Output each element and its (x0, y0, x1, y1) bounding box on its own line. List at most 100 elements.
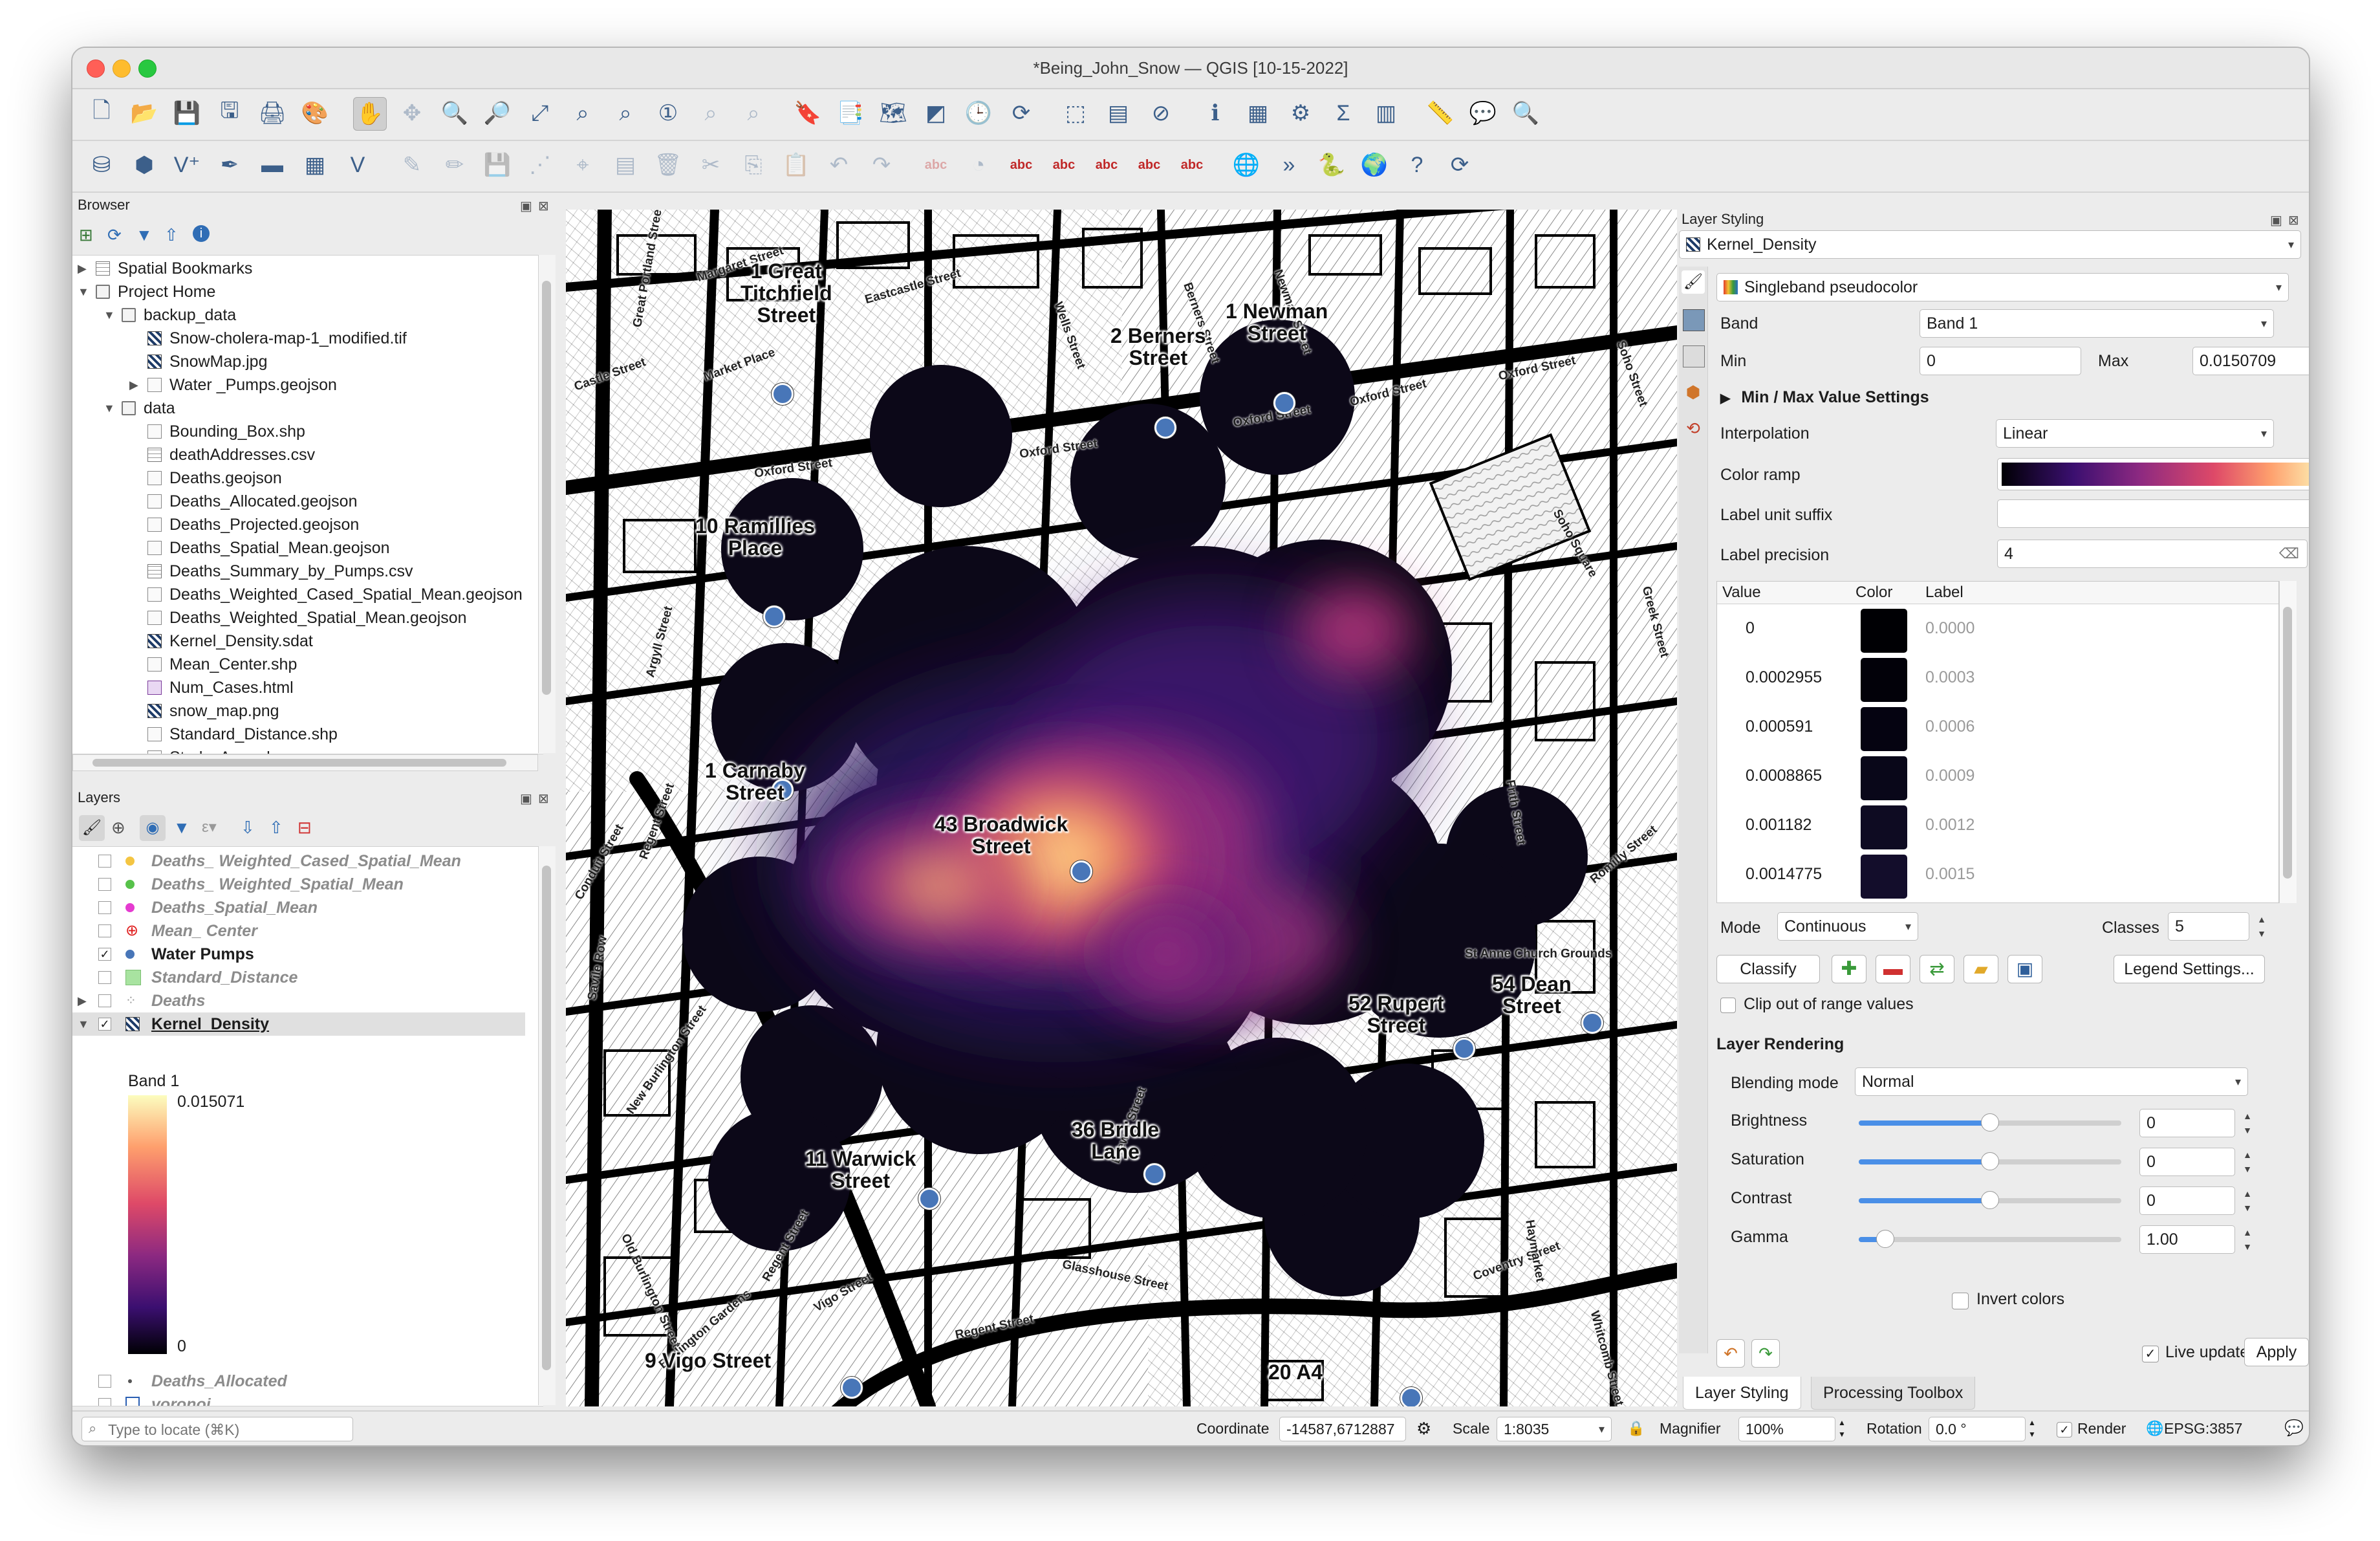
class-label[interactable]: 0.0012 (1925, 816, 1974, 835)
classes-input[interactable]: 5 (2168, 912, 2249, 941)
reverse-order-button[interactable]: ⇄ (1920, 955, 1954, 983)
zoom-to-selection-icon[interactable]: ⌕ (567, 97, 599, 129)
class-value[interactable]: 0.0008865 (1746, 767, 1822, 785)
open-project-icon[interactable]: 📂 (128, 97, 160, 129)
transparency-tab-icon[interactable] (1683, 309, 1705, 331)
classes-spinner[interactable]: ▲ ▼ (2253, 912, 2270, 941)
layer-visibility-checkbox[interactable] (98, 924, 111, 937)
class-color-swatch[interactable] (1861, 609, 1907, 653)
zoom-to-layer-icon[interactable]: ⌕ (609, 97, 642, 129)
expanded-arrow-icon[interactable]: ▼ (78, 280, 89, 303)
new-spatialite-icon[interactable]: ✒ (213, 149, 246, 181)
gamma-slider[interactable] (1859, 1230, 2121, 1248)
brightness-slider[interactable] (1859, 1113, 2121, 1131)
float-panel-icon[interactable]: ▣ (520, 791, 532, 807)
water-pump-marker[interactable] (1070, 860, 1092, 882)
table-row[interactable]: 0 0.0000 (1717, 607, 2278, 654)
data-source-manager-icon[interactable]: ⛁ (85, 149, 118, 181)
print-layout-icon[interactable]: 🖨 (256, 97, 288, 129)
class-value[interactable]: 0.000591 (1746, 717, 1813, 736)
current-edits-icon[interactable]: ✎ (396, 149, 428, 181)
layer-visibility-checkbox[interactable]: ✓ (98, 948, 111, 961)
saturation-slider[interactable] (1859, 1152, 2121, 1170)
layer-item[interactable]: ✓ Water Pumps (72, 943, 525, 966)
class-value[interactable]: 0.001182 (1746, 816, 1812, 835)
clear-field-icon[interactable]: ⌫ (2279, 540, 2299, 567)
saturation-slider-handle[interactable] (1981, 1152, 1999, 1170)
layers-scrollbar[interactable] (538, 846, 556, 1405)
layer-visibility-checkbox[interactable] (98, 855, 111, 868)
max-input[interactable]: 0.0150709 (2192, 347, 2309, 375)
coordinate-field[interactable]: -14587,6712887 (1279, 1417, 1406, 1441)
temporal-controller-icon[interactable]: 🕒 (962, 97, 995, 129)
water-pump-marker[interactable] (1154, 417, 1176, 439)
float-panel-icon[interactable]: ▣ (2270, 212, 2282, 228)
expand-all-icon[interactable]: ⇩ (241, 818, 255, 838)
label-precision-input[interactable]: 4 ⌫ (1997, 540, 2308, 568)
style-manager-icon[interactable]: 🎨 (299, 97, 331, 129)
water-pump-marker[interactable] (1453, 1038, 1475, 1060)
invert-colors-checkbox[interactable] (1952, 1293, 1969, 1309)
cut-features-icon[interactable]: ✂ (695, 149, 727, 181)
table-row[interactable]: 0.0008865 0.0009 (1717, 755, 2278, 802)
rotation-spinner[interactable]: ▲ ▼ (2028, 1417, 2036, 1440)
plugin-manager-icon[interactable]: ⟳ (1444, 149, 1476, 181)
tab-processing-toolbox[interactable]: Processing Toolbox (1811, 1377, 1976, 1410)
undo-style-button[interactable]: ↶ (1716, 1339, 1745, 1368)
layer-item[interactable]: Standard_Distance (72, 966, 525, 989)
layer-visibility-checkbox[interactable] (98, 878, 111, 891)
class-value[interactable]: 0.0002955 (1746, 668, 1822, 687)
tab-layer-styling[interactable]: Layer Styling (1683, 1377, 1801, 1410)
interpolation-combo[interactable]: Linear ▾ (1996, 419, 2274, 448)
browser-hscrollbar[interactable] (72, 754, 538, 771)
toolbox-icon[interactable]: ▥ (1370, 97, 1402, 129)
layer-item[interactable]: Deaths_ Weighted_Spatial_Mean (72, 873, 525, 896)
zoom-native-icon[interactable]: ① (652, 97, 684, 129)
new-3d-view-icon[interactable]: ◩ (920, 97, 952, 129)
minmax-settings-toggle[interactable]: ▶ Min / Max Value Settings (1720, 388, 1929, 407)
close-panel-icon[interactable]: ⊠ (2288, 212, 2299, 228)
contrast-input[interactable]: 0 (2139, 1186, 2235, 1215)
layer-visibility-checkbox[interactable] (98, 971, 111, 984)
remove-layer-icon[interactable]: ⊟ (298, 818, 312, 838)
measure-icon[interactable]: 📏 (1424, 97, 1456, 129)
label-unit-suffix-input[interactable] (1997, 499, 2309, 528)
collapse-all-icon[interactable]: ⇧ (164, 225, 178, 245)
table-row[interactable]: 0.0002955 0.0003 (1717, 657, 2278, 703)
identify-icon[interactable]: ℹ (1199, 97, 1231, 129)
layer-selector[interactable]: Kernel_Density ▾ (1679, 230, 2301, 259)
table-row[interactable]: 0.001182 0.0012 (1717, 804, 2278, 851)
zoom-next-icon[interactable]: ⌕ (737, 97, 770, 129)
layer-item[interactable]: voronoi (72, 1393, 525, 1406)
manage-themes-icon[interactable]: ◉ (140, 815, 166, 841)
pin-label-icon[interactable]: abc (1005, 149, 1037, 181)
gamma-slider-handle[interactable] (1876, 1230, 1894, 1248)
pyramids-tab-icon[interactable]: ⟲ (1683, 418, 1704, 439)
water-pump-marker[interactable] (772, 383, 794, 405)
expanded-arrow-icon[interactable]: ▼ (103, 397, 115, 420)
delete-selected-icon[interactable]: 🗑 (652, 149, 684, 181)
blending-mode-combo[interactable]: Normal ▾ (1855, 1067, 2248, 1096)
statistics-icon[interactable]: Σ (1327, 97, 1359, 129)
classify-button[interactable]: Classify (1716, 955, 1820, 983)
color-column-header[interactable]: Color (1855, 582, 1892, 604)
extents-toggle-icon[interactable]: ⚙ (1416, 1417, 1431, 1440)
clip-checkbox[interactable] (1720, 998, 1736, 1013)
layer-item[interactable]: ⊕ Mean_ Center (72, 919, 525, 943)
class-color-swatch[interactable] (1861, 902, 1907, 903)
contrast-slider-handle[interactable] (1981, 1191, 1999, 1209)
map-tips-icon[interactable]: 🔍 (1509, 97, 1542, 129)
pan-icon[interactable]: ✋ (353, 97, 387, 131)
class-label[interactable]: 0.0003 (1925, 668, 1974, 687)
more-icon[interactable]: » (1273, 149, 1305, 181)
annotation-icon[interactable]: 💬 (1467, 97, 1499, 129)
brightness-slider-handle[interactable] (1981, 1113, 1999, 1131)
layer-item[interactable]: Deaths_Spatial_Mean (72, 896, 525, 919)
min-input[interactable]: 0 (1920, 347, 2081, 375)
value-column-header[interactable]: Value (1722, 582, 1761, 604)
layer-item[interactable]: Deaths_Allocated (72, 1370, 525, 1393)
select-features-icon[interactable]: ⬚ (1059, 97, 1092, 129)
render-checkbox[interactable]: ✓ (2057, 1422, 2072, 1437)
water-pump-marker[interactable] (1143, 1163, 1165, 1185)
brightness-input[interactable]: 0 (2139, 1109, 2235, 1137)
